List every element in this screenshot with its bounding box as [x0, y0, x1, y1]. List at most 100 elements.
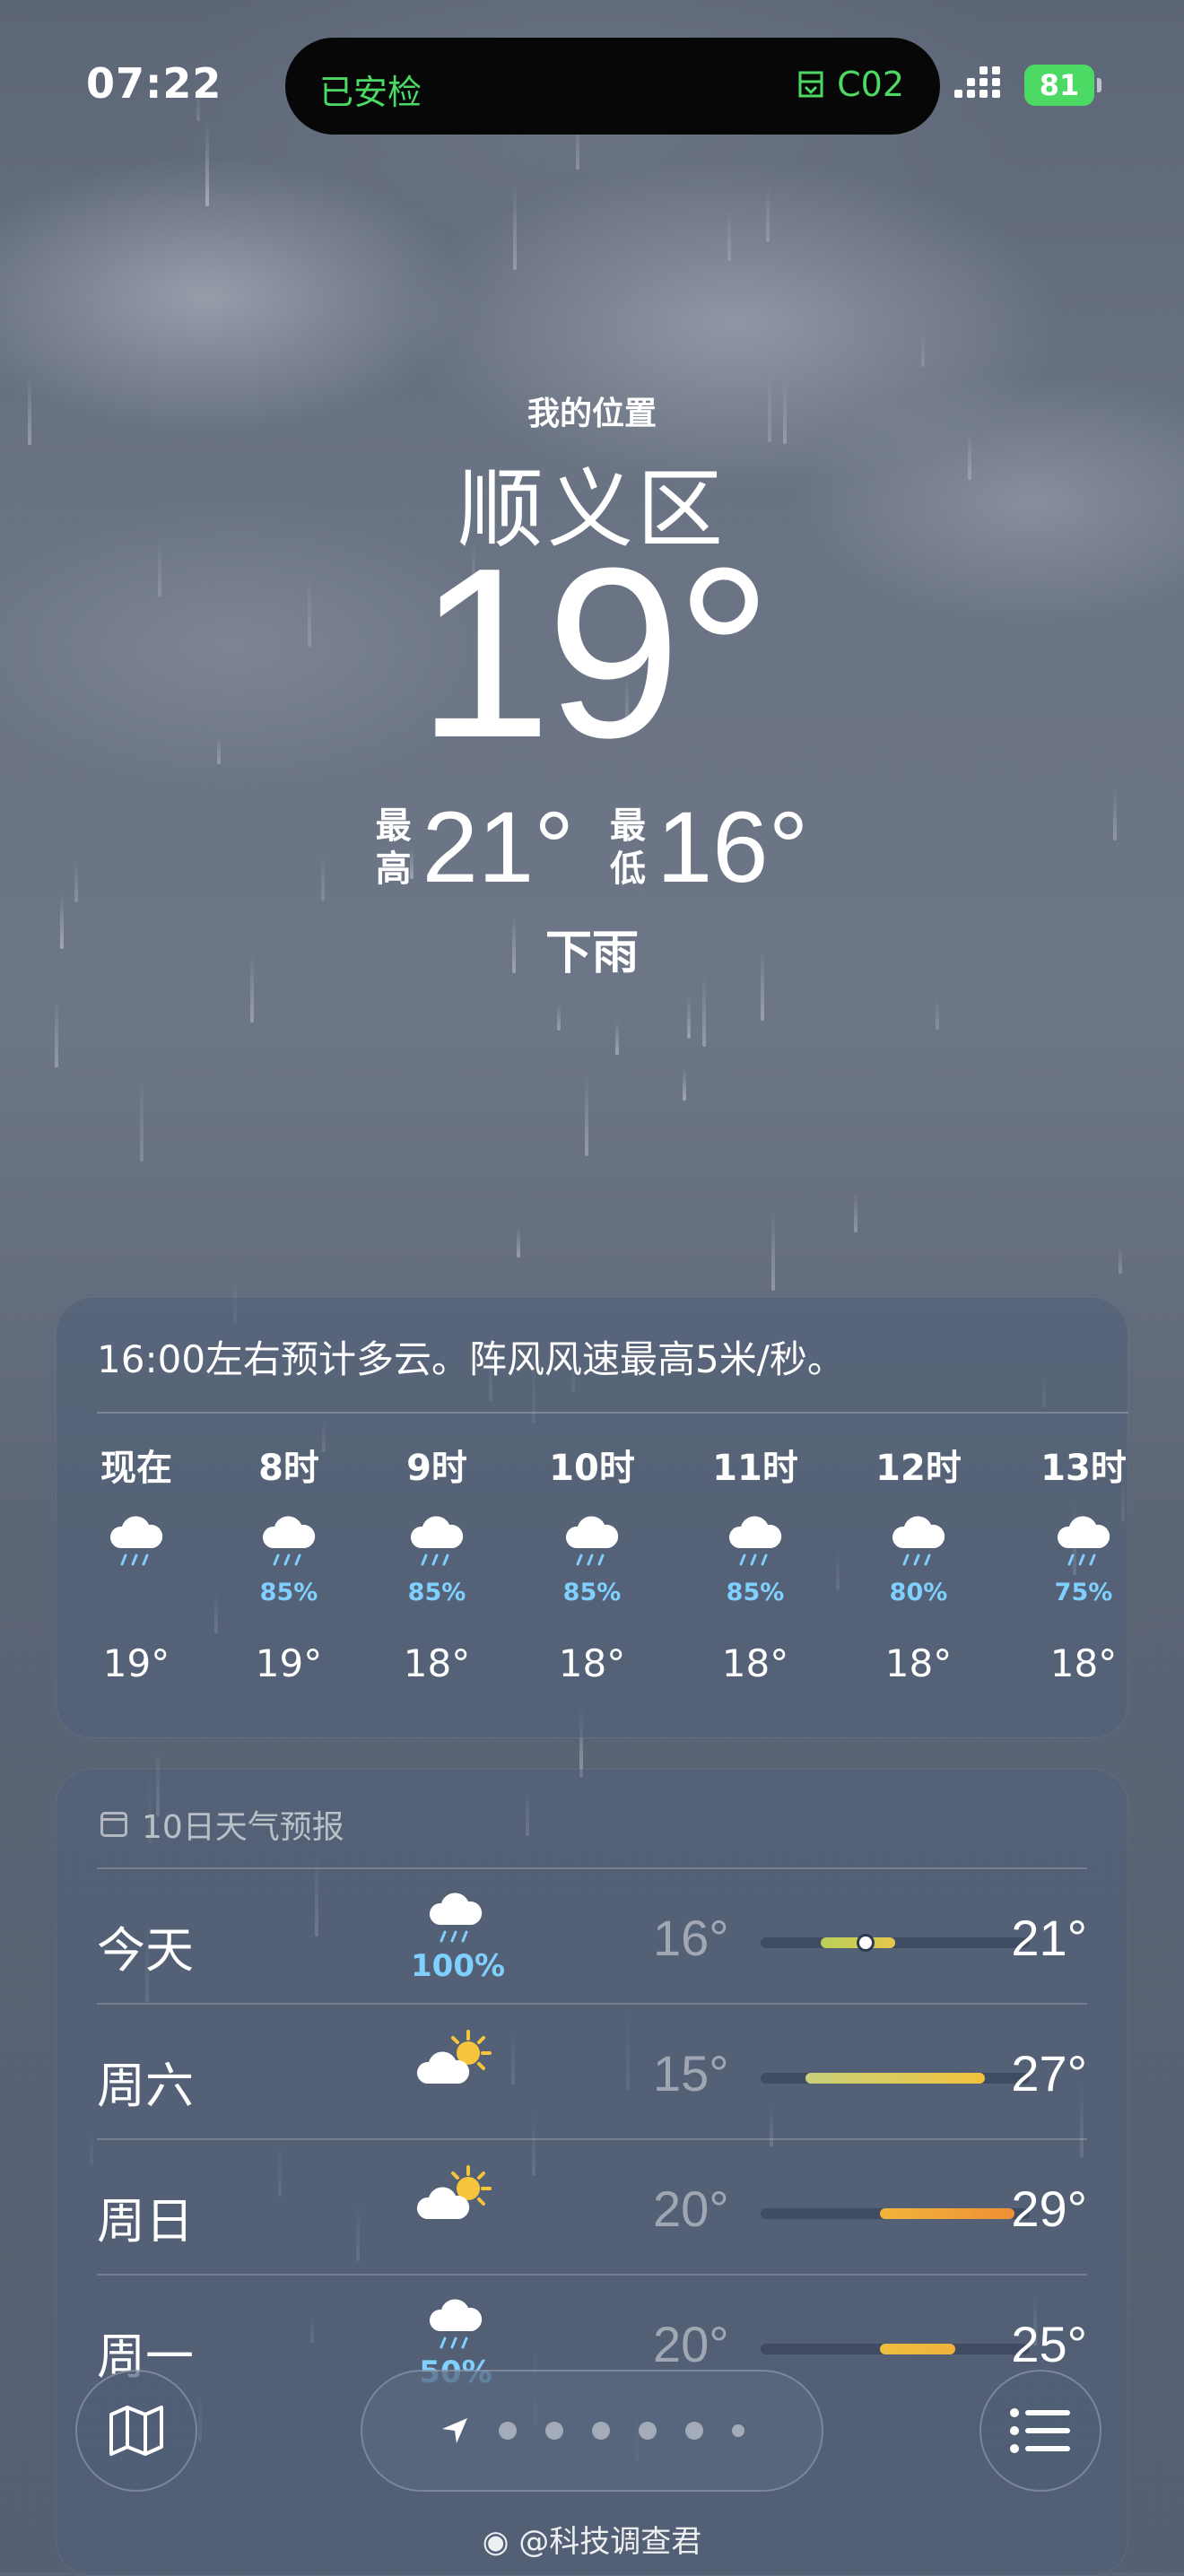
rain-cloud-icon: 100% [411, 1893, 506, 1984]
current-temp-marker [856, 1934, 875, 1952]
page-dot[interactable] [732, 2424, 744, 2437]
rain-streak [727, 209, 731, 261]
temperature-range-fill [880, 2344, 955, 2354]
rain-streak [205, 121, 209, 206]
cellular-signal-icon [954, 66, 1000, 98]
rain-streak [585, 1075, 588, 1156]
hour-label: 10时 [549, 1448, 635, 1489]
hourly-scroll[interactable]: 现在 19° 8时 85% 19° 9时 85% 18° 10时 85% 18° 11时 85% 18° 1… [56, 1439, 1128, 1726]
hour-temperature: 18° [1049, 1641, 1118, 1685]
hour-temperature: 19° [255, 1641, 323, 1685]
rain-streak [55, 998, 58, 1067]
page-dot[interactable] [685, 2422, 703, 2440]
precip-chance: 75% [1054, 1579, 1113, 1606]
hour-label: 13时 [1040, 1448, 1127, 1489]
high-temperature: 21° [1011, 1910, 1087, 1966]
precip-chance: 85% [259, 1579, 318, 1606]
location-pager[interactable] [361, 2370, 823, 2492]
hour-label: 12时 [875, 1448, 962, 1489]
rain-streak [921, 330, 925, 367]
city-list-button[interactable] [979, 2370, 1101, 2492]
precip-chance [69, 1579, 204, 1609]
low-label: 最低 [610, 805, 646, 891]
high-temperature: 25° [1011, 2316, 1087, 2372]
low-value: 16° [657, 791, 809, 903]
island-gate-info: C02 [796, 65, 904, 104]
rain-streak [936, 997, 939, 1030]
hourly-forecast-card[interactable]: 16:00左右预计多云。阵风风速最高5米/秒。 现在 19° 8时 85% 19° 9时 8… [56, 1297, 1128, 1738]
temperature-range-bar [761, 2344, 1030, 2354]
dynamic-island[interactable]: 已安检 C02 [285, 38, 940, 135]
calendar-icon [100, 1812, 127, 1837]
low-label-top: 最 [610, 805, 646, 847]
ten-day-header: 10日天气预报 [100, 1801, 344, 1848]
low-temperature: 15° [653, 2045, 729, 2102]
page-dot[interactable] [592, 2422, 610, 2440]
temperature-range-bar [761, 2208, 1030, 2219]
rain-cloud-icon [1016, 1516, 1151, 1579]
hour-temperature: 18° [721, 1641, 789, 1685]
location-label: 我的位置 [527, 396, 657, 432]
hourly-item: 10时 85% 18° [525, 1439, 659, 1685]
rain-streak [854, 1191, 858, 1232]
precip-chance: 100% [411, 1948, 506, 1984]
low-temperature: 20° [653, 2180, 729, 2237]
day-label: 今天 [97, 1922, 194, 1979]
page-dot[interactable] [639, 2422, 657, 2440]
hourly-item: 现在 19° [69, 1439, 204, 1685]
high-value: 21° [422, 791, 574, 903]
daily-row[interactable]: 周日 20° 29° [97, 2138, 1087, 2273]
map-icon [109, 2406, 163, 2456]
rain-streak [1119, 1245, 1122, 1274]
high-temperature: 最高 21° [376, 789, 574, 905]
gate-icon [798, 71, 823, 98]
rain-cloud-icon [69, 1516, 204, 1579]
hour-label: 现在 [100, 1448, 172, 1489]
hourly-item: 8时 85% 19° [222, 1439, 356, 1685]
page-dot[interactable] [499, 2422, 517, 2440]
divider [97, 2138, 1087, 2140]
rain-streak [687, 995, 691, 1039]
rain-cloud-icon [525, 1516, 659, 1579]
hour-label: 11时 [712, 1448, 798, 1489]
rain-streak [140, 1075, 144, 1162]
hour-temperature: 18° [884, 1641, 953, 1685]
hour-temperature: 19° [102, 1641, 170, 1685]
rain-cloud-icon [851, 1516, 986, 1579]
precip-chance: 85% [726, 1579, 785, 1606]
hour-label: 9时 [406, 1448, 467, 1489]
temperature-range-bar [761, 2073, 1030, 2084]
rain-streak [513, 182, 517, 270]
daily-row[interactable]: 今天 100% 16° 21° [97, 1867, 1087, 2002]
divider [97, 1867, 1087, 1869]
island-security-status: 已安检 [319, 73, 422, 112]
divider [97, 2003, 1087, 2005]
map-button[interactable] [75, 2370, 197, 2492]
hourly-item: 13时 75% 18° [1016, 1439, 1151, 1685]
temperature-range-fill [805, 2073, 985, 2084]
day-label: 周日 [97, 2193, 194, 2250]
precip-chance: 80% [889, 1579, 948, 1606]
hour-temperature: 18° [558, 1641, 626, 1685]
high-label-bottom: 高 [375, 848, 412, 890]
low-temperature: 最低 16° [610, 789, 808, 905]
page-dot[interactable] [545, 2422, 563, 2440]
status-time: 07:22 [86, 59, 222, 108]
high-label-top: 最 [375, 805, 412, 847]
daily-row[interactable]: 周六 15° 27° [97, 2003, 1087, 2137]
low-temperature: 16° [653, 1910, 729, 1966]
high-temperature: 29° [1011, 2180, 1087, 2237]
weather-condition: 下雨 [544, 927, 639, 980]
low-temperature: 20° [653, 2316, 729, 2372]
rain-cloud-icon [370, 1516, 504, 1579]
hourly-item: 9时 85% 18° [370, 1439, 504, 1685]
partly-sunny-icon [411, 2028, 501, 2091]
low-label-bottom: 低 [610, 848, 646, 890]
hourly-item: 12时 80% 18° [851, 1439, 986, 1685]
battery-level: 81 [1039, 68, 1080, 102]
hour-temperature: 18° [403, 1641, 471, 1685]
precip-chance: 85% [562, 1579, 622, 1606]
rain-streak [683, 1068, 686, 1101]
high-low-temperature: 最高 21° 最低 16° [0, 789, 1184, 905]
weibo-logo-icon: ◉ [482, 2524, 509, 2560]
